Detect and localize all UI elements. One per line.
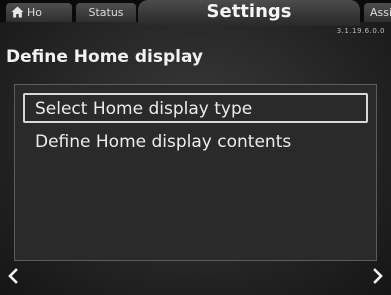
tab-assist-label: Assist: [370, 6, 391, 19]
tab-settings[interactable]: Settings: [138, 0, 360, 26]
menu-item-label: Select Home display type: [35, 99, 253, 119]
tab-status[interactable]: Status: [76, 3, 136, 22]
tab-home[interactable]: Ho: [6, 3, 72, 22]
tab-bar: Ho Status Settings Assist: [0, 0, 391, 26]
chevron-left-icon[interactable]: [5, 266, 21, 286]
menu-item-define-home-display-contents[interactable]: Define Home display contents: [23, 128, 368, 158]
tab-status-label: Status: [88, 6, 124, 19]
version-number: 3.1.19.6.0.0: [336, 27, 385, 35]
chevron-right-icon[interactable]: [370, 266, 386, 286]
menu-item-label: Define Home display contents: [35, 132, 292, 152]
menu-list: Select Home display type Define Home dis…: [14, 84, 377, 261]
page-title: Define Home display: [6, 47, 204, 67]
tab-home-label: Ho: [27, 6, 43, 19]
settings-screen: Ho Status Settings Assist 3.1.19.6.0.0 D…: [0, 0, 391, 295]
tab-assist[interactable]: Assist: [364, 3, 391, 22]
home-icon: [11, 6, 24, 18]
menu-item-select-home-display-type[interactable]: Select Home display type: [23, 93, 368, 123]
tab-settings-label: Settings: [206, 1, 292, 22]
